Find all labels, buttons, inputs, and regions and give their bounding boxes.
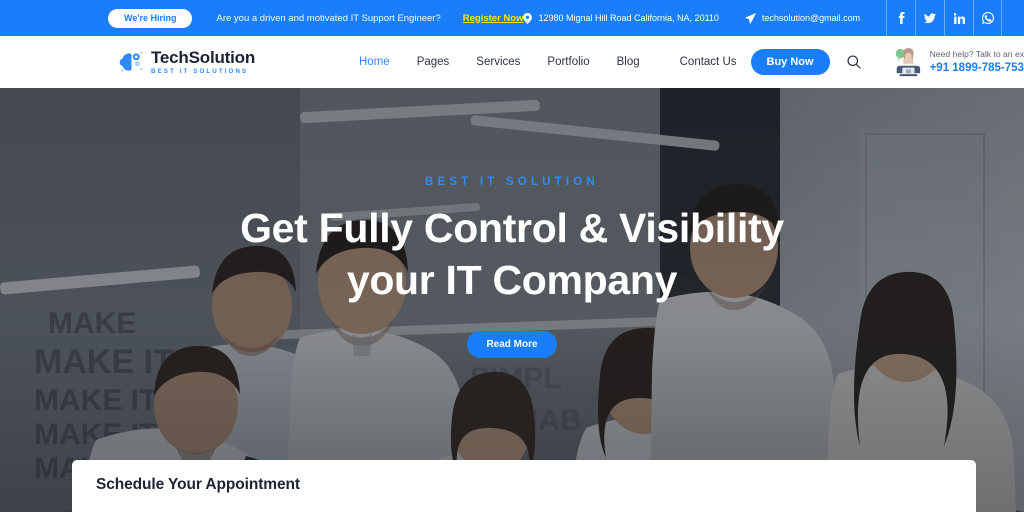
appointment-title: Schedule Your Appointment — [96, 476, 300, 493]
paper-plane-icon — [744, 12, 756, 24]
email-text: techsolution@gmail.com — [761, 13, 861, 23]
nav-item-pages[interactable]: Pages — [417, 56, 450, 68]
support-phone[interactable]: +91 1899-785-753 — [930, 61, 1024, 75]
logo-tagline: BEST IT SOLUTIONS — [151, 67, 249, 75]
site-header: TechSolution BEST IT SOLUTIONS Home Page… — [0, 36, 1024, 88]
address-item: 12980 Mignal Hill Road California, NA, 2… — [523, 12, 719, 24]
register-now-link[interactable]: Register Now — [463, 13, 524, 24]
search-icon[interactable] — [844, 52, 864, 72]
header-actions: Contact Us Buy Now — [680, 49, 864, 75]
hero-content: BEST IT SOLUTION Get Fully Control & Vis… — [0, 176, 1024, 358]
support-contact[interactable]: Need help? Talk to an expert +91 1899-78… — [892, 47, 1024, 77]
social-links — [886, 0, 1003, 36]
hiring-message: Are you a driven and motivated IT Suppor… — [216, 12, 441, 24]
topbar-right-group: 12980 Mignal Hill Road California, NA, 2… — [523, 0, 1003, 36]
linkedin-icon[interactable] — [944, 0, 973, 36]
hero-section: MAKE MAKE IT MAKE IT MAKE IT MAKE IT SIM… — [0, 88, 1024, 512]
buy-now-button[interactable]: Buy Now — [750, 49, 830, 75]
page-root: We're Hiring Are you a driven and motiva… — [0, 0, 1024, 512]
logo-title: TechSolution — [151, 47, 255, 67]
support-agent-icon — [892, 47, 922, 77]
hiring-badge[interactable]: We're Hiring — [108, 8, 193, 28]
brain-gear-icon — [118, 49, 144, 75]
address-text: 12980 Mignal Hill Road California, NA, 2… — [538, 13, 719, 23]
support-text: Need help? Talk to an expert +91 1899-78… — [930, 49, 1024, 75]
support-label: Need help? Talk to an expert — [929, 48, 1024, 59]
hero-title-line-1: Get Fully Control & Visibility — [240, 205, 784, 251]
nav-item-portfolio[interactable]: Portfolio — [547, 56, 589, 68]
main-navigation: Home Pages Services Portfolio Blog — [359, 56, 640, 68]
hero-eyebrow: BEST IT SOLUTION — [425, 176, 599, 188]
top-announcement-bar: We're Hiring Are you a driven and motiva… — [0, 0, 1024, 36]
whatsapp-icon[interactable] — [973, 0, 1003, 36]
hero-title: Get Fully Control & Visibility your IT C… — [0, 202, 1024, 307]
read-more-button[interactable]: Read More — [467, 330, 557, 358]
email-item[interactable]: techsolution@gmail.com — [744, 12, 861, 24]
nav-item-blog[interactable]: Blog — [617, 56, 640, 68]
contact-us-link[interactable]: Contact Us — [680, 56, 737, 68]
logo[interactable]: TechSolution BEST IT SOLUTIONS — [118, 49, 255, 75]
hero-title-line-2: your IT Company — [346, 257, 678, 304]
facebook-icon[interactable] — [886, 0, 915, 36]
nav-item-home[interactable]: Home — [359, 56, 390, 68]
location-pin-icon — [523, 12, 533, 24]
twitter-icon[interactable] — [915, 0, 944, 36]
appointment-card: Schedule Your Appointment — [72, 460, 976, 512]
logo-text: TechSolution BEST IT SOLUTIONS — [151, 49, 255, 75]
nav-item-services[interactable]: Services — [476, 56, 520, 68]
